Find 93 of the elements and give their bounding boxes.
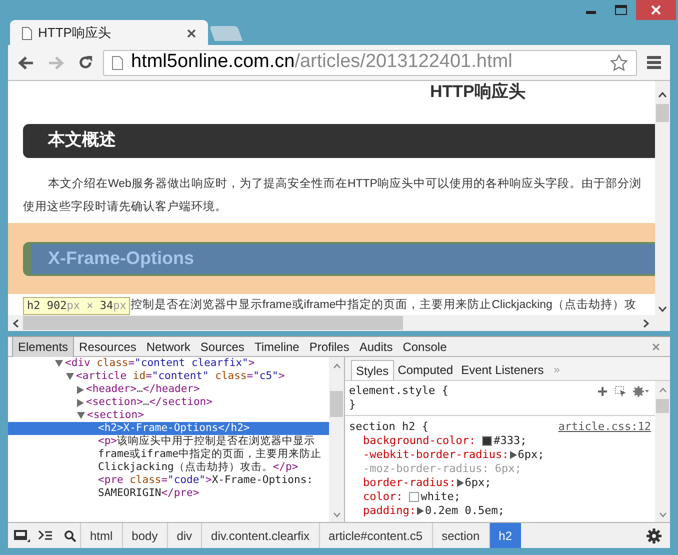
close-icon[interactable] [652, 342, 660, 350]
dom-node-markup: <section> [87, 409, 145, 422]
url-text: html5online.com.cn/articles/2013122401.html [131, 50, 514, 74]
style-rule-selector: section h2 { [349, 420, 430, 434]
scrollbar-thumb[interactable] [23, 316, 403, 330]
breadcrumb[interactable]: h2 [488, 523, 521, 548]
css-property: border-radius: 6px; [362, 476, 492, 490]
devtools-tab[interactable]: Sources [195, 336, 250, 356]
expand-triangle-icon[interactable] [510, 451, 517, 459]
gear-icon[interactable] [633, 386, 649, 396]
expand-triangle-icon[interactable] [416, 507, 424, 515]
dom-node-markup: <pre class="code">X-Frame-Options: SAMEORIGIN</pre> [98, 474, 314, 500]
style-rule-selector: element.style { [349, 384, 450, 398]
css-property: -webkit-border-radius: 6px; [362, 448, 546, 462]
devtools-tab[interactable]: Resources [74, 336, 142, 356]
scroll-up-icon[interactable] [658, 91, 667, 98]
menu-icon[interactable] [647, 56, 661, 69]
section-heading: 本文概述 [23, 124, 655, 158]
breadcrumb[interactable]: div.content.clearfix [201, 523, 319, 548]
css-property: -moz-border-radius: 6px; [362, 462, 522, 476]
scroll-down-icon[interactable] [658, 306, 667, 313]
dom-node-markup: <div class="content clearfix"> [65, 357, 256, 370]
styles-tab[interactable]: Event Listeners [457, 360, 548, 380]
breadcrumb[interactable]: html [80, 523, 122, 548]
color-swatch[interactable] [482, 436, 492, 446]
devtools-tab[interactable]: Timeline [249, 336, 304, 356]
size-tooltip: h2 902px × 34px [23, 297, 130, 315]
breadcrumb[interactable]: article#content.c5 [318, 523, 432, 548]
expanded-triangle-icon[interactable] [77, 412, 85, 419]
devtools-tab[interactable]: Audits [354, 336, 398, 356]
dock-icon[interactable] [14, 530, 30, 544]
styles-tab[interactable]: Computed [394, 360, 458, 380]
styles-tab[interactable]: Styles [351, 360, 394, 380]
scroll-left-icon[interactable] [12, 318, 19, 328]
collapsed-triangle-icon[interactable] [77, 399, 84, 407]
dom-node-row[interactable]: <pre class="code">X-Frame-Options: SAMEORIGIN</pre> [8, 474, 329, 500]
css-property: padding: 0.2em 0.5em; [362, 504, 506, 518]
tab-title: HTTP响应头 [38, 24, 112, 42]
dom-node-markup: <section>…</section> [86, 396, 214, 409]
element-picker-icon[interactable] [615, 386, 627, 396]
paragraph-line: 控制是否在浏览器中显示frame或iframe中指定的页面，主要用来防止Clickjacking（点击劫持）攻 [130, 297, 636, 314]
breadcrumb[interactable]: div [166, 523, 202, 548]
collapsed-triangle-icon[interactable] [77, 386, 84, 394]
dom-node-markup: <p>该响应头中用于控制是否在浏览器中显示frame或iframe中指定的页面，主要用来防止Clickjacking（点击劫持）攻击。</p> [98, 435, 323, 474]
page-icon [112, 56, 123, 70]
scrollbar-thumb[interactable] [330, 391, 343, 417]
page-title: HTTP响应头 [430, 81, 526, 103]
browser-tab[interactable]: HTTP响应头 [10, 20, 208, 46]
dom-node-row[interactable]: <section> [8, 409, 329, 422]
dom-node-row[interactable]: <h2>X-Frame-Options</h2> [8, 422, 329, 435]
scrollbar-thumb[interactable] [656, 104, 669, 122]
scroll-right-icon[interactable] [643, 318, 650, 328]
devtools-tab[interactable]: Network [141, 336, 196, 356]
dom-node-row[interactable]: <article id="content" class="c5"> [8, 370, 329, 383]
dom-node-row[interactable]: <section>…</section> [8, 396, 329, 409]
document-icon [22, 26, 32, 40]
highlighted-heading: X-Frame-Options [31, 244, 655, 274]
devtools-tab[interactable]: Elements [12, 336, 74, 356]
horizontal-scrollbar[interactable] [8, 315, 655, 331]
expanded-triangle-icon[interactable] [66, 373, 74, 380]
close-icon[interactable] [187, 28, 196, 38]
expanded-triangle-icon[interactable] [55, 360, 63, 367]
address-bar[interactable]: html5online.com.cn/articles/2013122401.html [103, 50, 637, 76]
paragraph-line: 本文介绍在Web服务器做出响应时，为了提高安全性而在HTTP响应头中可以使用的各种响应头字段。由于部分浏 [47, 176, 642, 192]
dom-node-markup: <header>…</header> [86, 383, 201, 396]
plus-icon[interactable] [598, 386, 607, 396]
expand-triangle-icon[interactable] [456, 479, 464, 487]
dom-node-row[interactable]: <div class="content clearfix"> [8, 357, 329, 370]
scrollbar-thumb[interactable] [656, 399, 669, 413]
devtools-tab[interactable]: Console [398, 336, 452, 356]
dom-node-row[interactable]: <p>该响应头中用于控制是否在浏览器中显示frame或iframe中指定的页面，主要用来防止Clickjacking（点击劫持）攻击。</p> [8, 435, 329, 474]
source-link[interactable]: article.css:12 [558, 420, 651, 434]
css-property: color: white; [362, 490, 462, 504]
color-swatch[interactable] [408, 492, 419, 502]
close-button[interactable] [636, 0, 676, 20]
vertical-scrollbar[interactable] [655, 81, 670, 331]
style-rule-brace: } [349, 398, 357, 412]
dom-node-row[interactable]: <header>…</header> [8, 383, 329, 396]
dom-node-markup: <article id="content" class="c5"> [76, 370, 286, 383]
star-icon[interactable] [610, 54, 628, 72]
dom-node-markup: <h2>X-Frame-Options</h2> [98, 422, 251, 435]
devtools-tab[interactable]: Profiles [304, 336, 354, 356]
console-icon[interactable] [38, 530, 52, 542]
close-icon [651, 5, 661, 15]
maximize-icon[interactable] [615, 5, 627, 15]
vertical-scrollbar[interactable] [329, 357, 344, 522]
css-property: background-color: #333; [362, 434, 528, 448]
settings-icon[interactable] [646, 528, 662, 544]
breadcrumb[interactable]: body [122, 523, 167, 548]
search-icon[interactable] [64, 530, 76, 542]
reload-icon[interactable] [78, 55, 93, 70]
back-arrow-icon[interactable] [18, 56, 34, 70]
paragraph-line: 使用这些字段时请先确认客户端环境。 [23, 199, 228, 215]
